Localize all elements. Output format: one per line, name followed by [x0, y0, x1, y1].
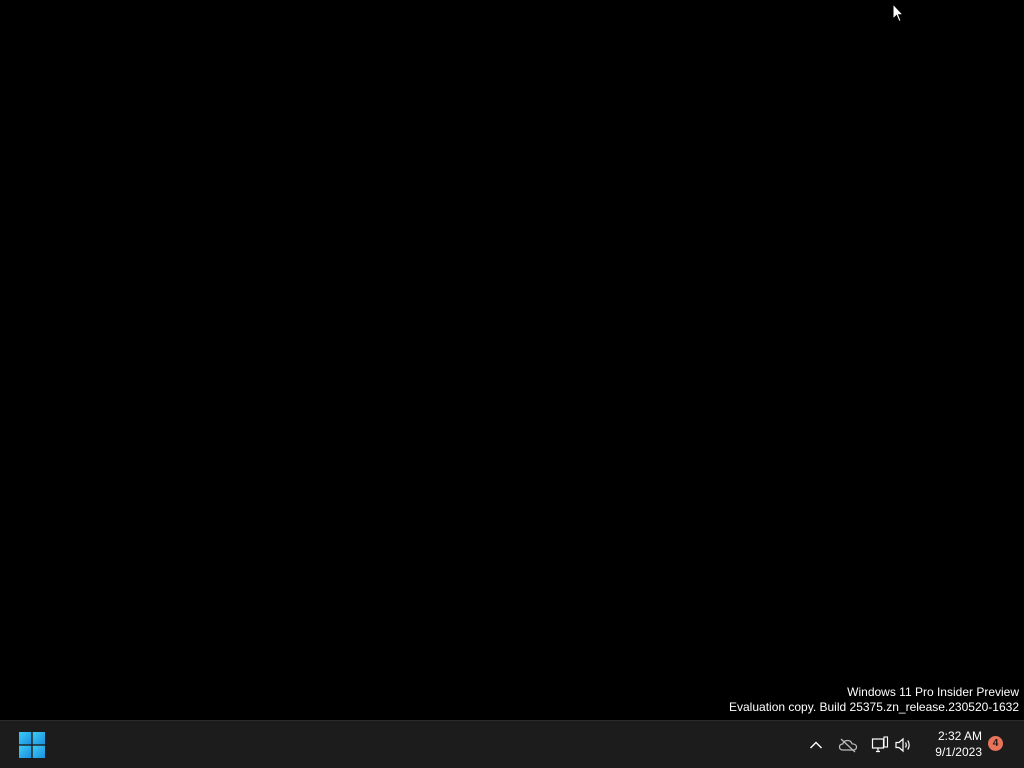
- watermark-build: Evaluation copy. Build 25375.zn_release.…: [729, 700, 1019, 714]
- desktop[interactable]: Windows 11 Pro Insider Preview Evaluatio…: [0, 0, 1024, 720]
- onedrive-cloud-offline-icon: [838, 738, 858, 753]
- windows-evaluation-watermark: Windows 11 Pro Insider Preview Evaluatio…: [729, 685, 1019, 715]
- start-button[interactable]: [12, 725, 52, 765]
- speaker-icon: [895, 737, 910, 753]
- network-tray-button[interactable]: [868, 729, 892, 761]
- onedrive-tray-button[interactable]: [836, 729, 860, 761]
- mouse-pointer-icon: [892, 3, 904, 23]
- windows-logo-icon: [19, 732, 45, 758]
- show-hidden-icons-button[interactable]: [804, 729, 828, 761]
- notification-count-badge[interactable]: 4: [988, 736, 1003, 751]
- clock-time: 2:32 AM: [937, 729, 982, 743]
- network-icon: [871, 736, 889, 753]
- volume-tray-button[interactable]: [892, 729, 914, 761]
- taskbar-clock[interactable]: 2:32 AM 9/1/2023: [920, 727, 982, 764]
- chevron-up-icon: [810, 741, 822, 749]
- watermark-edition: Windows 11 Pro Insider Preview: [847, 685, 1019, 699]
- taskbar: 2:32 AM 9/1/2023: [0, 720, 1024, 768]
- clock-date: 9/1/2023: [935, 745, 982, 759]
